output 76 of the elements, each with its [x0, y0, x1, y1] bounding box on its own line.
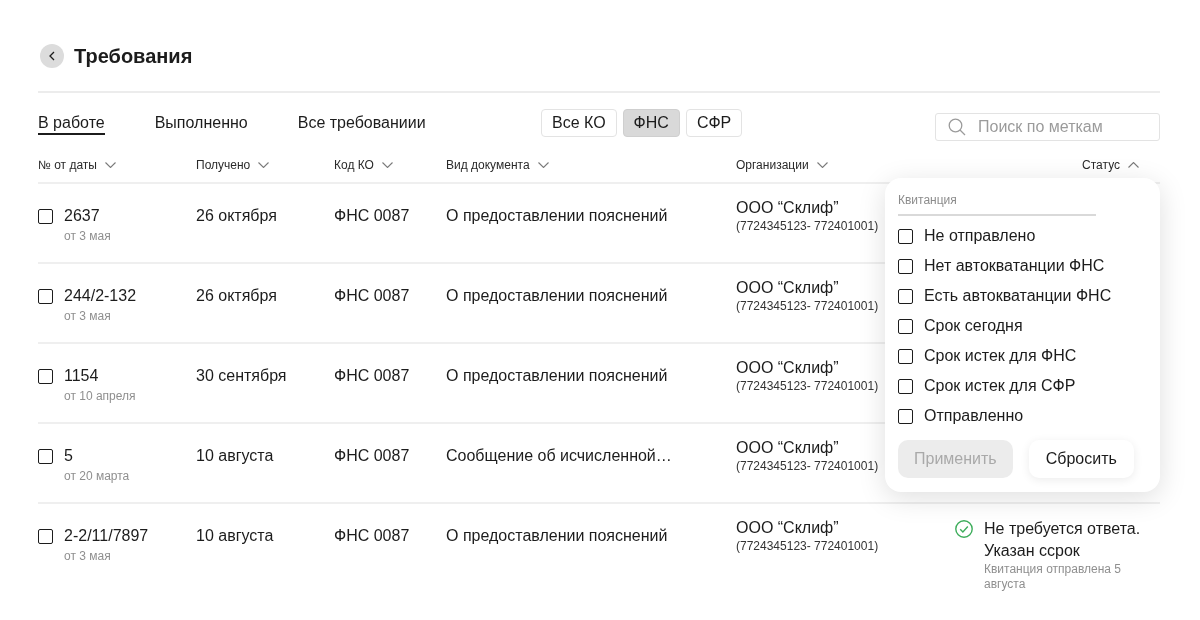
authority-code: ФНС 0087 — [334, 206, 410, 226]
status-note: Квитанция отправлена 5 августа — [984, 562, 1122, 592]
request-number: 5 — [64, 446, 74, 466]
organization-name: ООО “Склиф” — [736, 438, 839, 458]
filter-heading: Квитанция — [898, 192, 957, 208]
document-type: О предоставлении пояснений — [446, 366, 668, 386]
filter-option-label: Срок сегодня — [924, 316, 1023, 336]
status-title: Не требуется ответа. Указан ссрок — [984, 519, 1142, 561]
organization-tax-ids: (7724345123- 772401001) — [736, 218, 879, 234]
request-date: от 20 марта — [64, 468, 130, 484]
check-circle-icon — [955, 520, 973, 538]
organization-name: ООО “Склиф” — [736, 198, 839, 218]
filter-toggle[interactable]: Все КО — [541, 109, 617, 137]
request-number: 2637 — [64, 206, 101, 226]
row-checkbox[interactable] — [38, 209, 53, 224]
row-checkbox[interactable] — [38, 289, 53, 304]
filter-toggle[interactable]: СФР — [685, 109, 743, 137]
request-date: от 10 апреля — [64, 388, 136, 404]
row-checkbox[interactable] — [38, 529, 53, 544]
filter-toggle[interactable]: ФНС — [622, 109, 680, 137]
document-type: О предоставлении пояснений — [446, 206, 668, 226]
tab[interactable]: Все требованиии — [297, 111, 426, 135]
document-type: О предоставлении пояснений — [446, 526, 668, 546]
received-date: 26 октября — [196, 286, 277, 306]
received-date: 10 августа — [196, 526, 274, 546]
filter-checkbox[interactable] — [898, 408, 913, 424]
received-date: 30 сентября — [196, 366, 287, 386]
page-title: Требования — [74, 44, 193, 68]
column-header[interactable]: Получено — [196, 156, 270, 173]
tab[interactable]: Выполненно — [154, 111, 248, 135]
filter-checkbox[interactable] — [898, 378, 913, 394]
request-number: 1154 — [64, 366, 100, 386]
request-date: от 3 мая — [64, 228, 111, 244]
row-checkbox[interactable] — [38, 449, 53, 464]
filter-checkbox[interactable] — [898, 318, 913, 334]
filter-checkbox[interactable] — [898, 258, 913, 274]
chevron-left-icon — [49, 51, 55, 61]
reset-button[interactable]: Сбросить — [1028, 440, 1134, 478]
filter-option-label: Срок истек для СФР — [924, 376, 1076, 396]
authority-code: ФНС 0087 — [334, 446, 410, 466]
row-checkbox[interactable] — [38, 369, 53, 384]
authority-code: ФНС 0087 — [334, 286, 410, 306]
organization-tax-ids: (7724345123- 772401001) — [736, 458, 879, 474]
document-type: О предоставлении пояснений — [446, 286, 668, 306]
column-header[interactable]: Организации — [736, 156, 828, 173]
request-number: 2-2/11/7897 — [64, 526, 149, 546]
request-number: 244/2-132 — [64, 286, 137, 306]
document-type: Сообщение об исчисленной… — [446, 446, 672, 466]
filter-option-label: Не отправлено — [924, 226, 1036, 246]
organization-tax-ids: (7724345123- 772401001) — [736, 538, 879, 554]
authority-code: ФНС 0087 — [334, 526, 410, 546]
tab[interactable]: В работе — [38, 111, 105, 135]
filter-option-label: Отправленно — [924, 406, 1024, 426]
search-icon — [948, 118, 966, 136]
search-field[interactable]: Поиск по меткам — [935, 113, 1160, 141]
organization-name: ООО “Склиф” — [736, 358, 839, 378]
column-header[interactable]: Вид документа — [446, 156, 549, 173]
organization-tax-ids: (7724345123- 772401001) — [736, 378, 879, 394]
filter-checkbox[interactable] — [898, 288, 913, 304]
column-header[interactable]: Код КО — [334, 156, 393, 173]
received-date: 26 октября — [196, 206, 277, 226]
received-date: 10 августа — [196, 446, 274, 466]
organization-name: ООО “Склиф” — [736, 518, 839, 538]
back-button[interactable] — [40, 44, 64, 68]
request-date: от 3 мая — [64, 308, 112, 324]
filter-checkbox[interactable] — [898, 348, 913, 364]
filter-option-label: Срок истек для ФНС — [924, 346, 1077, 366]
column-header[interactable]: № от даты — [38, 156, 116, 173]
filter-checkbox[interactable] — [898, 228, 913, 244]
filter-option-label: Нет автокватанции ФНС — [924, 256, 1105, 276]
filter-option-label: Есть автокватанции ФНС — [924, 286, 1112, 306]
column-header[interactable]: Статус — [1082, 156, 1139, 173]
request-date: от 3 мая — [64, 548, 112, 564]
organization-name: ООО “Склиф” — [736, 278, 839, 298]
authority-code: ФНС 0087 — [334, 366, 410, 386]
organization-tax-ids: (7724345123- 772401001) — [736, 298, 879, 314]
